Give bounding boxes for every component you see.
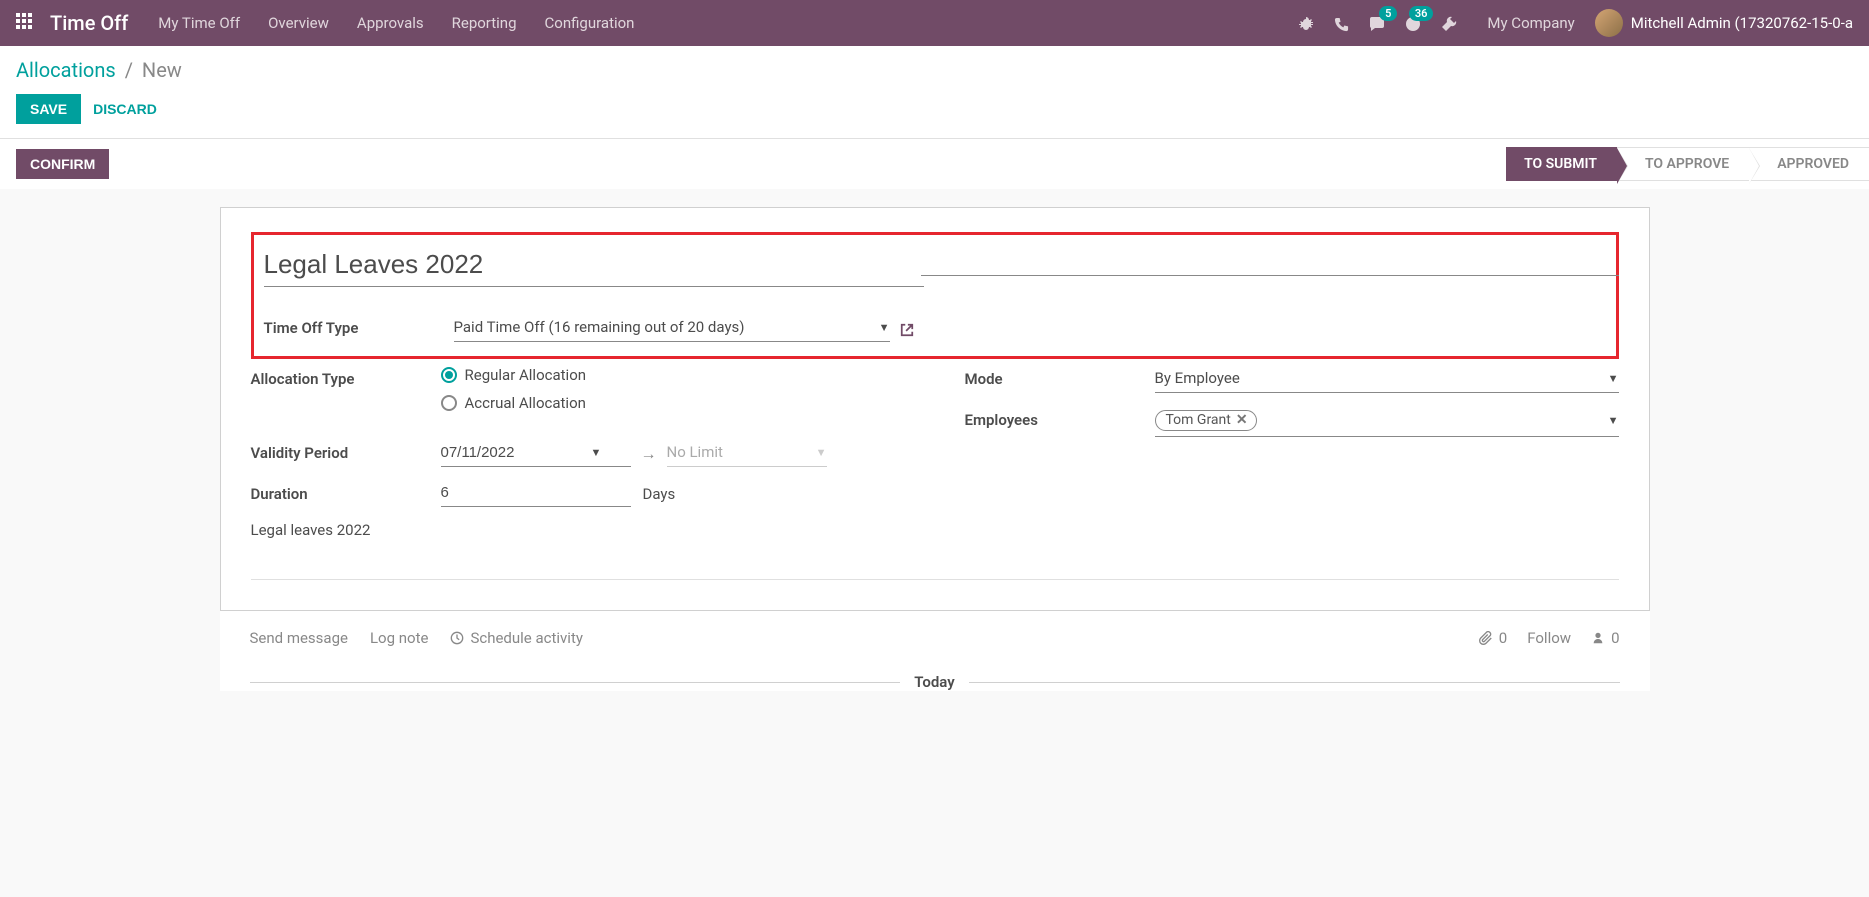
control-panel: Allocations / New Save Discard (0, 46, 1869, 139)
attachments-button[interactable]: 0 (1479, 629, 1507, 647)
send-message-button[interactable]: Send message (250, 629, 348, 647)
caret-down-icon: ▼ (1608, 372, 1619, 385)
status-bar: Confirm To Submit To Approve Approved (0, 139, 1869, 189)
followers-button[interactable]: 0 (1591, 629, 1619, 647)
caret-down-icon: ▼ (879, 321, 890, 334)
validity-start-input[interactable] (441, 444, 591, 461)
activities-badge: 36 (1409, 6, 1434, 21)
activities-icon[interactable]: 36 (1405, 14, 1421, 33)
messages-icon[interactable]: 5 (1369, 14, 1385, 33)
status-approved[interactable]: Approved (1749, 147, 1869, 181)
employees-tag-input[interactable]: Tom Grant ✕ ▼ (1155, 407, 1619, 437)
nav-approvals[interactable]: Approvals (357, 14, 424, 32)
debug-icon[interactable] (1298, 14, 1314, 33)
status-steps: To Submit To Approve Approved (1506, 147, 1869, 181)
today-divider: Today (250, 673, 1620, 691)
remove-tag-icon[interactable]: ✕ (1236, 412, 1248, 428)
validity-end-input[interactable]: No Limit ▼ (667, 440, 827, 467)
radio-checked-icon (441, 367, 457, 383)
caret-down-icon[interactable]: ▼ (1608, 414, 1619, 427)
tools-icon[interactable] (1441, 14, 1457, 33)
chatter: Send message Log note Schedule activity … (220, 611, 1650, 691)
breadcrumb-parent[interactable]: Allocations (16, 58, 116, 82)
breadcrumb-current: New (142, 58, 182, 82)
messages-badge: 5 (1379, 6, 1397, 21)
form-sheet: Time Off Type Paid Time Off (16 remainin… (220, 207, 1650, 611)
arrow-right-icon: → (641, 444, 657, 464)
nav-configuration[interactable]: Configuration (545, 14, 635, 32)
apps-menu-icon[interactable] (16, 13, 36, 33)
status-to-submit[interactable]: To Submit (1506, 147, 1617, 181)
duration-unit: Days (643, 485, 676, 503)
nav-my-time-off[interactable]: My Time Off (158, 14, 240, 32)
follow-button[interactable]: Follow (1527, 629, 1571, 647)
confirm-button[interactable]: Confirm (16, 149, 109, 179)
user-menu[interactable]: Mitchell Admin (17320762-15-0-a (1631, 14, 1853, 32)
allocation-title-input[interactable] (264, 245, 924, 287)
radio-accrual-allocation[interactable]: Accrual Allocation (441, 394, 905, 412)
duration-input[interactable] (441, 481, 631, 507)
label-employees: Employees (965, 407, 1155, 429)
company-switcher[interactable]: My Company (1487, 14, 1574, 32)
allocation-note: Legal leaves 2022 (251, 521, 905, 539)
highlight-box: Time Off Type Paid Time Off (16 remainin… (251, 232, 1619, 359)
radio-regular-allocation[interactable]: Regular Allocation (441, 366, 905, 384)
caret-down-icon: ▼ (816, 446, 827, 459)
discard-button[interactable]: Discard (93, 94, 157, 124)
user-avatar[interactable] (1595, 9, 1623, 37)
top-navbar: Time Off My Time Off Overview Approvals … (0, 0, 1869, 46)
phone-icon[interactable] (1334, 14, 1349, 33)
external-link-icon[interactable] (900, 320, 914, 338)
label-duration: Duration (251, 481, 441, 503)
log-note-button[interactable]: Log note (370, 629, 428, 647)
schedule-activity-button[interactable]: Schedule activity (450, 629, 583, 647)
caret-down-icon[interactable]: ▼ (591, 446, 602, 459)
save-button[interactable]: Save (16, 94, 81, 124)
radio-unchecked-icon (441, 395, 457, 411)
label-mode: Mode (965, 366, 1155, 388)
time-off-type-select[interactable]: Paid Time Off (16 remaining out of 20 da… (454, 315, 890, 342)
label-time-off-type: Time Off Type (264, 315, 454, 337)
status-to-approve[interactable]: To Approve (1617, 147, 1749, 181)
breadcrumb: Allocations / New (16, 58, 1853, 82)
mode-select[interactable]: By Employee ▼ (1155, 366, 1619, 393)
label-validity-period: Validity Period (251, 440, 441, 462)
nav-overview[interactable]: Overview (268, 14, 329, 32)
employee-tag: Tom Grant ✕ (1155, 410, 1257, 431)
app-brand[interactable]: Time Off (50, 11, 128, 35)
label-allocation-type: Allocation Type (251, 366, 441, 388)
nav-reporting[interactable]: Reporting (452, 14, 517, 32)
